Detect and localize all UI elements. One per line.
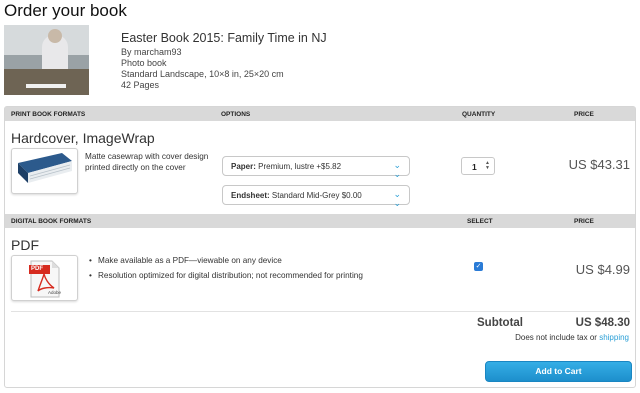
pdf-product-image: PDF Adobe — [11, 255, 78, 301]
paper-select-label: Paper: — [231, 162, 256, 171]
endsheet-select-value: Standard Mid-Grey $0.00 — [271, 191, 362, 200]
digital-formats-header: DIGITAL BOOK FORMATS SELECT PRICE — [5, 214, 635, 228]
header-options: OPTIONS — [221, 111, 251, 118]
page-title: Order your book — [4, 1, 127, 20]
subtotal-label: Subtotal — [477, 317, 523, 329]
book-author: By marcham93 — [121, 47, 182, 57]
header-price: PRICE — [574, 111, 594, 118]
tax-note: Does not include tax or shipping — [515, 333, 629, 342]
order-panel: PRINT BOOK FORMATS OPTIONS QUANTITY PRIC… — [4, 106, 636, 388]
hardcover-book-icon — [18, 153, 72, 183]
paper-select-value: Premium, lustre +$5.82 — [258, 162, 342, 171]
pdf-icon-label: PDF — [31, 266, 43, 272]
shipping-link[interactable]: shipping — [599, 333, 629, 342]
adobe-brand-label: Adobe — [48, 290, 62, 295]
quantity-value: 1 — [472, 162, 477, 172]
cover-photo-caption — [26, 84, 66, 88]
book-pages: 42 Pages — [121, 80, 160, 90]
add-to-cart-button[interactable]: Add to Cart — [485, 361, 632, 382]
pdf-select-checkbox[interactable]: ✓ — [474, 262, 483, 271]
subtotal-value: US $48.30 — [575, 317, 630, 329]
tax-note-text: Does not include tax or — [515, 333, 597, 342]
book-cover-thumbnail[interactable] — [4, 25, 89, 95]
header-quantity: QUANTITY — [462, 111, 496, 118]
print-product-description: Matte casewrap with cover design printed… — [85, 152, 209, 172]
pdf-feature-item: Resolution optimized for digital distrib… — [89, 268, 363, 283]
book-title: Easter Book 2015: Family Time in NJ — [121, 31, 327, 45]
pdf-feature-list: Make available as a PDF—viewable on any … — [89, 253, 363, 283]
cover-photo-head — [48, 29, 62, 43]
summary-divider — [11, 311, 630, 312]
digital-product-title: PDF — [11, 237, 39, 253]
book-format: Standard Landscape, 10×8 in, 25×20 cm — [121, 69, 284, 79]
header-price: PRICE — [574, 218, 594, 225]
chevron-down-icon: ⌄ ⌄ — [393, 189, 401, 208]
paper-select[interactable]: Paper: Premium, lustre +$5.82 ⌄ ⌄ — [222, 156, 410, 179]
book-type: Photo book — [121, 58, 167, 68]
print-formats-header: PRINT BOOK FORMATS OPTIONS QUANTITY PRIC… — [5, 107, 635, 121]
chevron-down-icon: ⌄ ⌄ — [393, 160, 401, 179]
header-digital-formats: DIGITAL BOOK FORMATS — [11, 218, 92, 225]
digital-price: US $4.99 — [575, 262, 630, 277]
print-price: US $43.31 — [568, 157, 630, 172]
quantity-stepper[interactable]: 1 ▲ ▼ — [461, 157, 495, 175]
print-product-title: Hardcover, ImageWrap — [11, 130, 155, 146]
book-info: Easter Book 2015: Family Time in NJ By m… — [121, 31, 327, 91]
header-print-formats: PRINT BOOK FORMATS — [11, 111, 86, 118]
pdf-feature-item: Make available as a PDF—viewable on any … — [89, 253, 363, 268]
hardcover-book-image — [11, 148, 78, 194]
cover-photo-table — [4, 69, 89, 95]
stepper-arrows-icon[interactable]: ▲ ▼ — [485, 161, 490, 171]
endsheet-select[interactable]: Endsheet: Standard Mid-Grey $0.00 ⌄ ⌄ — [222, 185, 410, 208]
header-select: SELECT — [467, 218, 493, 225]
endsheet-select-label: Endsheet: — [231, 191, 270, 200]
